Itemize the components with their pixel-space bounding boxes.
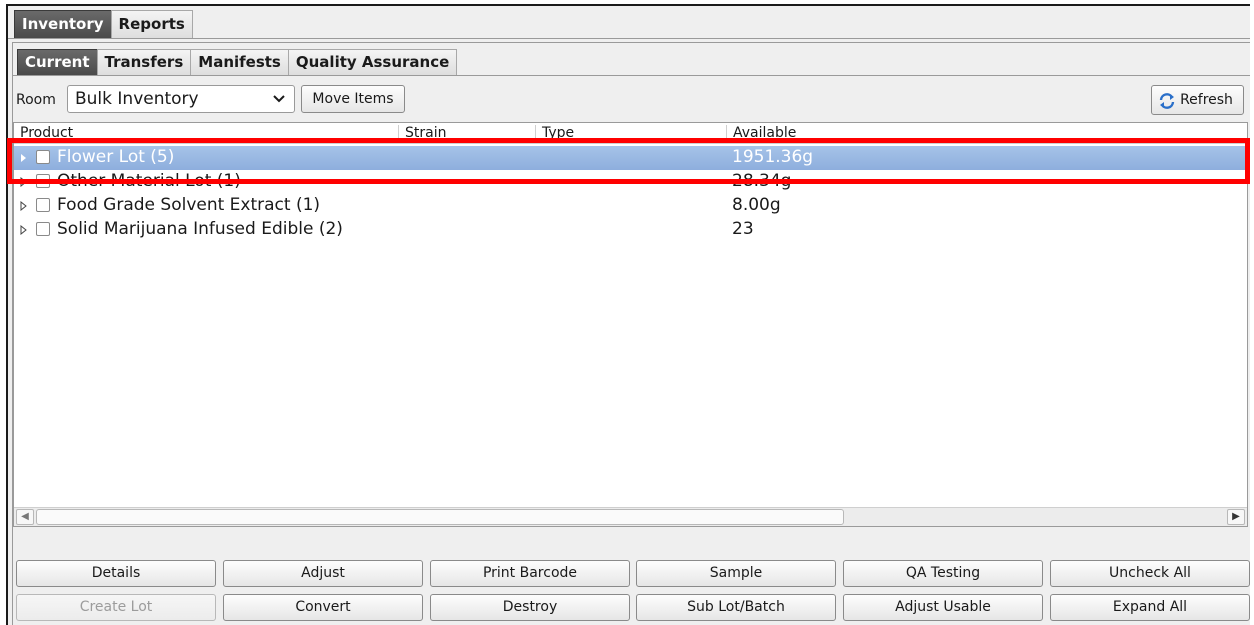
tab-inventory[interactable]: Inventory <box>14 10 112 38</box>
expand-triangle-icon[interactable] <box>19 177 28 187</box>
column-header-strain[interactable]: Strain <box>398 125 535 143</box>
sub-tab-bar: Current Transfers Manifests Quality Assu… <box>17 49 458 75</box>
sub-tab-divider <box>13 75 1250 76</box>
room-dropdown-value: Bulk Inventory <box>75 89 199 109</box>
scrollbar-thumb[interactable] <box>36 509 844 525</box>
available-value: 8.00g <box>732 195 781 215</box>
print-barcode-button[interactable]: Print Barcode <box>430 560 630 587</box>
destroy-button[interactable]: Destroy <box>430 594 630 621</box>
app-window: Inventory Reports Current Transfers Mani… <box>6 4 1250 625</box>
room-label: Room <box>16 92 56 108</box>
room-dropdown[interactable]: Bulk Inventory <box>67 85 295 113</box>
table-row[interactable]: Flower Lot (5) 1951.36g <box>14 146 1247 170</box>
expand-triangle-icon[interactable] <box>19 225 28 235</box>
row-checkbox[interactable] <box>36 222 50 236</box>
product-name: Other Material Lot (1) <box>57 171 241 191</box>
horizontal-scrollbar[interactable]: ◀ ▶ <box>14 507 1247 526</box>
scroll-right-icon[interactable]: ▶ <box>1227 509 1245 525</box>
sub-lot-batch-button[interactable]: Sub Lot/Batch <box>636 594 836 621</box>
expand-triangle-icon[interactable] <box>19 201 28 211</box>
chevron-down-icon <box>273 95 285 103</box>
available-value: 28.34g <box>732 171 792 191</box>
expand-all-button[interactable]: Expand All <box>1050 594 1250 621</box>
row-checkbox[interactable] <box>36 174 50 188</box>
tab-current[interactable]: Current <box>17 49 98 75</box>
table-row[interactable]: Food Grade Solvent Extract (1) 8.00g <box>14 194 1247 218</box>
refresh-button[interactable]: Refresh <box>1151 85 1244 115</box>
row-checkbox[interactable] <box>36 150 50 164</box>
column-header-available[interactable]: Available <box>726 125 1233 143</box>
inventory-tree-table: Product Strain Type Available Flower Lot… <box>13 122 1248 527</box>
tab-manifests[interactable]: Manifests <box>190 49 289 75</box>
uncheck-all-button[interactable]: Uncheck All <box>1050 560 1250 587</box>
create-lot-button[interactable]: Create Lot <box>16 594 216 621</box>
table-row[interactable]: Solid Marijuana Infused Edible (2) 23 <box>14 218 1247 242</box>
scroll-left-icon[interactable]: ◀ <box>16 509 34 525</box>
adjust-usable-button[interactable]: Adjust Usable <box>843 594 1043 621</box>
inventory-panel: Current Transfers Manifests Quality Assu… <box>12 42 1250 625</box>
table-row[interactable]: Other Material Lot (1) 28.34g <box>14 170 1247 194</box>
product-name: Solid Marijuana Infused Edible (2) <box>57 219 343 239</box>
top-tab-bar: Inventory Reports <box>14 8 193 38</box>
convert-button[interactable]: Convert <box>223 594 423 621</box>
tab-divider <box>8 38 1250 39</box>
sample-button[interactable]: Sample <box>636 560 836 587</box>
adjust-button[interactable]: Adjust <box>223 560 423 587</box>
expand-triangle-icon[interactable] <box>19 153 28 163</box>
details-button[interactable]: Details <box>16 560 216 587</box>
toolbar: Room Bulk Inventory Move Items Refresh <box>13 83 1244 115</box>
row-checkbox[interactable] <box>36 198 50 212</box>
refresh-button-label: Refresh <box>1180 92 1233 108</box>
product-name: Flower Lot (5) <box>57 147 175 167</box>
column-header-type[interactable]: Type <box>535 125 720 143</box>
table-header: Product Strain Type Available <box>14 123 1247 144</box>
refresh-icon <box>1159 93 1175 109</box>
available-value: 23 <box>732 219 754 239</box>
tab-transfers[interactable]: Transfers <box>96 49 192 75</box>
move-items-button[interactable]: Move Items <box>301 85 405 113</box>
tab-quality-assurance[interactable]: Quality Assurance <box>287 49 458 75</box>
column-header-product[interactable]: Product <box>14 125 398 143</box>
available-value: 1951.36g <box>732 147 814 167</box>
tab-reports[interactable]: Reports <box>110 10 193 38</box>
qa-testing-button[interactable]: QA Testing <box>843 560 1043 587</box>
product-name: Food Grade Solvent Extract (1) <box>57 195 321 215</box>
